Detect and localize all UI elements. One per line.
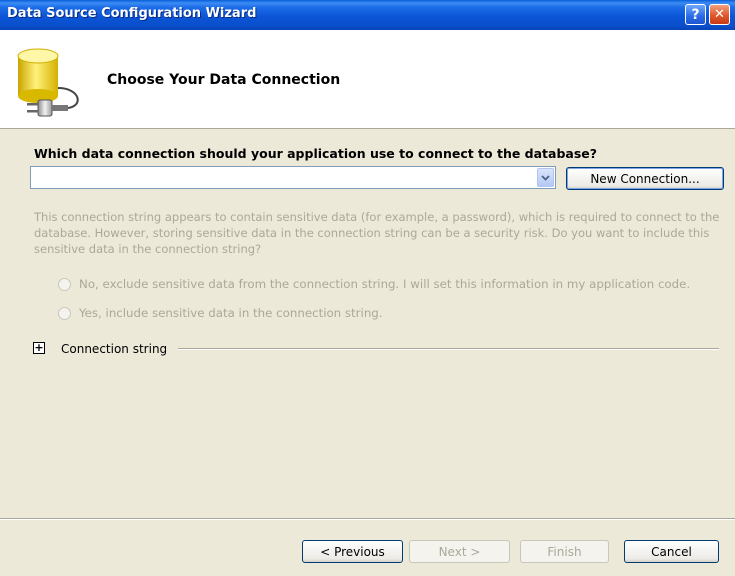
cancel-button[interactable]: Cancel (624, 540, 719, 563)
connection-question-label: Which data connection should your applic… (34, 146, 598, 161)
window-title: Data Source Configuration Wizard (7, 6, 257, 21)
wizard-window: Data Source Configuration Wizard ? ✕ Cho… (0, 0, 735, 576)
exclude-sensitive-option[interactable]: No, exclude sensitive data from the conn… (58, 276, 690, 292)
chevron-down-icon (541, 174, 550, 181)
previous-button[interactable]: < Previous (302, 540, 403, 563)
database-connection-icon (17, 48, 79, 117)
connection-string-label: Connection string (61, 342, 168, 356)
sensitive-data-description: This connection string appears to contai… (34, 210, 720, 256)
new-connection-button[interactable]: New Connection... (566, 167, 724, 190)
help-button[interactable]: ? (685, 4, 706, 25)
title-bar[interactable]: Data Source Configuration Wizard ? ✕ (0, 0, 735, 30)
plus-icon: + (34, 341, 44, 354)
previous-label: < Previous (320, 544, 385, 559)
page-title: Choose Your Data Connection (107, 72, 341, 88)
data-connection-dropdown[interactable] (30, 166, 556, 189)
close-button[interactable]: ✕ (709, 4, 730, 25)
help-icon: ? (691, 6, 700, 23)
close-icon: ✕ (714, 7, 725, 22)
next-label: Next > (438, 544, 481, 559)
exclude-sensitive-label: No, exclude sensitive data from the conn… (79, 277, 691, 291)
exclude-sensitive-radio[interactable] (58, 277, 71, 291)
finish-button[interactable]: Finish (520, 540, 609, 563)
include-sensitive-radio[interactable] (58, 306, 71, 320)
dropdown-arrow-button[interactable] (537, 168, 554, 187)
include-sensitive-option[interactable]: Yes, include sensitive data in the conne… (58, 305, 383, 321)
include-sensitive-label: Yes, include sensitive data in the conne… (79, 306, 383, 320)
finish-label: Finish (547, 544, 582, 559)
wizard-header: Choose Your Data Connection (0, 30, 735, 129)
new-connection-label: New Connection... (590, 171, 700, 186)
connection-string-expand-button[interactable]: + (33, 342, 45, 354)
connection-string-divider (178, 348, 719, 350)
cancel-label: Cancel (651, 544, 692, 559)
next-button[interactable]: Next > (409, 540, 510, 563)
footer-divider (0, 518, 735, 520)
